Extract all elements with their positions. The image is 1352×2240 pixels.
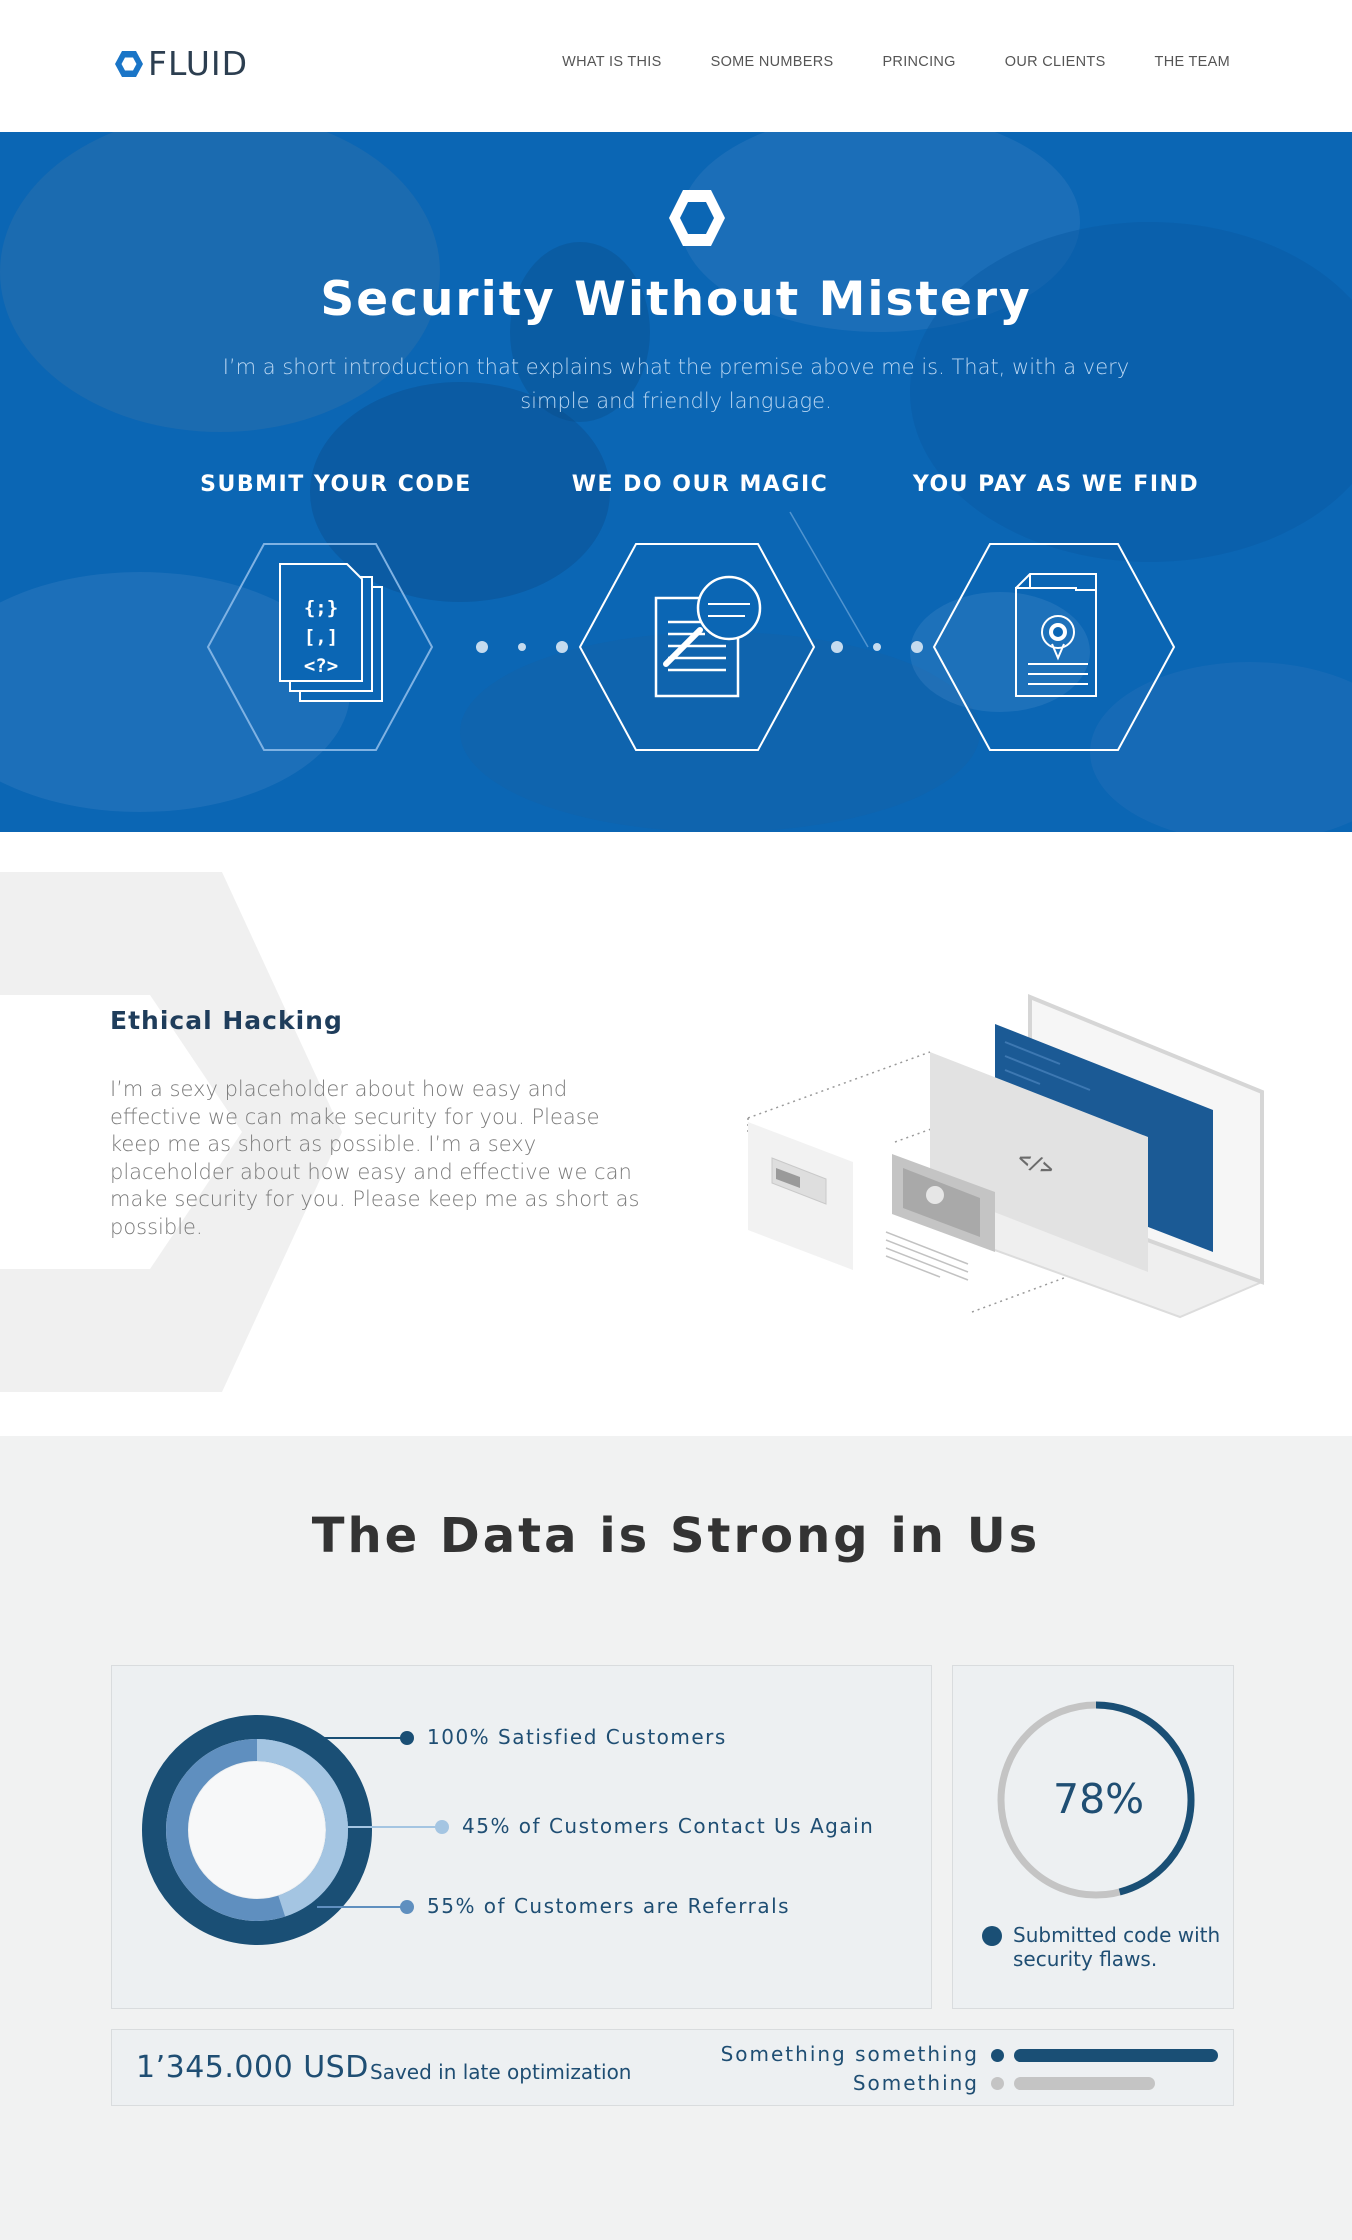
bar-label-1: Something something <box>720 2042 979 2066</box>
logo-text: FLUID <box>148 44 249 83</box>
step-title-submit-code: SUBMIT YOUR CODE <box>200 472 472 497</box>
code-glyph-line-2: [,] <box>304 626 338 648</box>
ethical-hacking-title: Ethical Hacking <box>110 1006 343 1035</box>
hero-section: {;} [,] <?> Security Without Mistery I’m… <box>0 132 1352 832</box>
progress-caption: Submitted code with security flaws. <box>1013 1923 1221 1971</box>
legend-dot-satisfied <box>400 1731 414 1745</box>
ethical-hacking-text: I’m a sexy placeholder about how easy an… <box>110 1077 640 1239</box>
bar-dot-1 <box>991 2049 1004 2062</box>
data-section: The Data is Strong in Us 100% Satisfied … <box>0 1436 1352 2240</box>
savings-value: 1’345.000 USD <box>136 2050 369 2085</box>
laptop-illustration: </> <box>747 994 1265 1319</box>
progress-circle-card: 78% Submitted code with security flaws. <box>952 1665 1234 2009</box>
nav-link-our-clients[interactable]: OUR CLIENTS <box>1005 54 1106 70</box>
savings-card: 1’345.000 USD Saved in late optimization… <box>111 2029 1234 2106</box>
logo[interactable]: FLUID <box>114 44 248 83</box>
bar-label-2: Something <box>852 2071 979 2095</box>
legend-label-satisfied: 100% Satisfied Customers <box>427 1725 727 1749</box>
step-title-pay-as-we-find: YOU PAY AS WE FIND <box>912 472 1200 497</box>
code-glyph-line-3: <?> <box>304 655 338 677</box>
progress-value: 78% <box>1053 1775 1145 1823</box>
code-glyph-line-1: {;} <box>304 597 338 619</box>
ethical-hacking-section: </> Ethical Hacking I’m a sexy placehold… <box>0 832 1352 1436</box>
bar-dot-2 <box>991 2077 1004 2090</box>
bar-fill-1 <box>1014 2049 1218 2062</box>
progress-caption-dot <box>982 1926 1002 1946</box>
step-title-do-magic: WE DO OUR MAGIC <box>571 472 829 497</box>
nav-menu: WHAT IS THIS SOME NUMBERS PRINCING OUR C… <box>562 54 1230 70</box>
data-section-title: The Data is Strong in Us <box>311 1508 1041 1564</box>
hexagon-logo-icon <box>115 50 143 77</box>
donut-chart-card: 100% Satisfied Customers 45% of Customer… <box>111 1665 932 2009</box>
legend-dot-referrals <box>400 1900 414 1914</box>
top-navigation: FLUID WHAT IS THIS SOME NUMBERS PRINCING… <box>0 0 1352 132</box>
nav-link-the-team[interactable]: THE TEAM <box>1155 54 1230 70</box>
hero-title: Security Without Mistery <box>320 272 1032 327</box>
bar-fill-2 <box>1014 2077 1155 2090</box>
nav-link-what-is-this[interactable]: WHAT IS THIS <box>562 54 661 70</box>
legend-dot-contact-again <box>435 1820 449 1834</box>
legend-label-referrals: 55% of Customers are Referrals <box>427 1894 791 1918</box>
savings-caption: Saved in late optimization <box>370 2060 632 2084</box>
donut-chart <box>142 1715 449 1945</box>
nav-link-some-numbers[interactable]: SOME NUMBERS <box>711 54 834 70</box>
legend-label-contact-again: 45% of Customers Contact Us Again <box>462 1814 875 1838</box>
nav-link-pricing[interactable]: PRINCING <box>882 54 955 70</box>
hero-intro: I’m a short introduction that explains w… <box>222 355 1130 413</box>
